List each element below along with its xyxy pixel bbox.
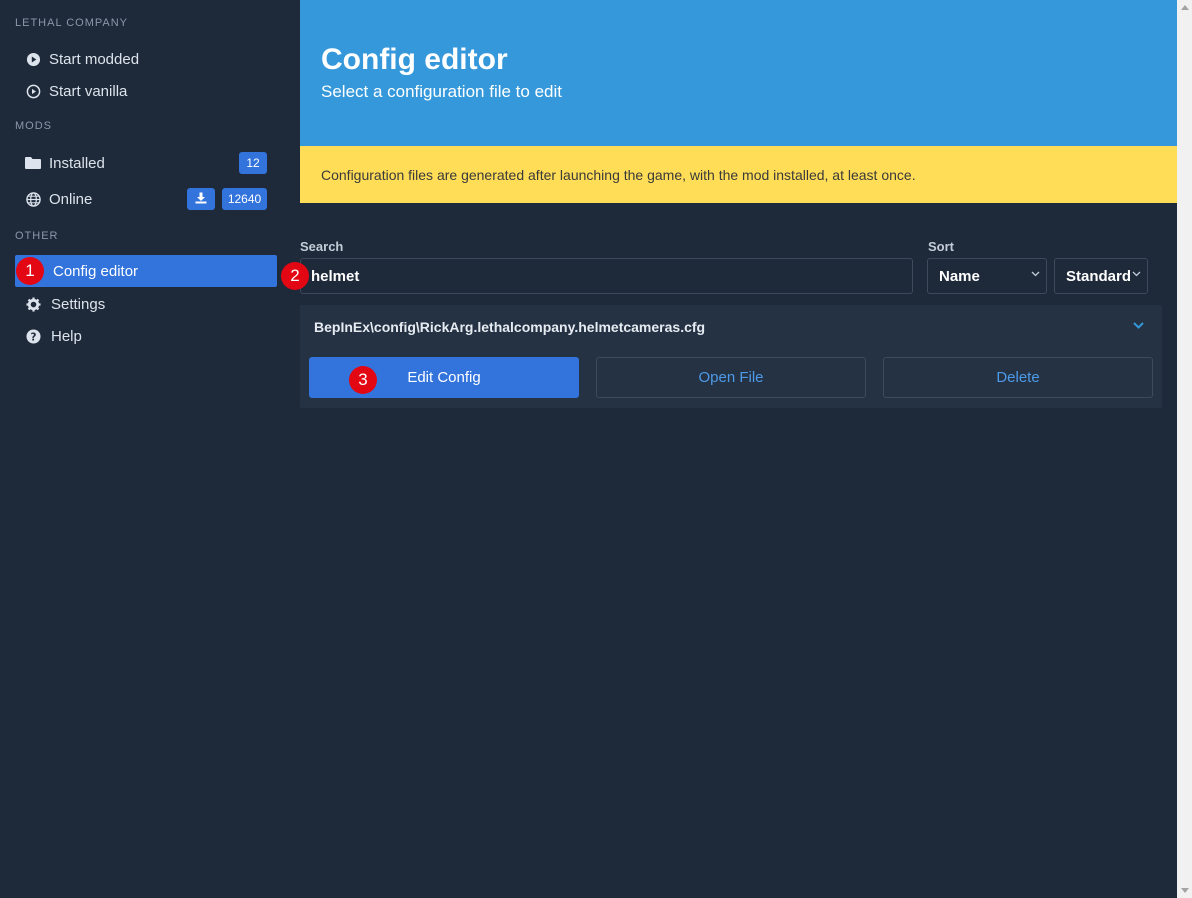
- folder-icon: [25, 155, 41, 171]
- sort-field-select[interactable]: Name: [927, 258, 1047, 294]
- sidebar-item-label: Settings: [51, 295, 106, 313]
- open-file-label: Open File: [698, 369, 764, 386]
- sidebar-item-label: Start modded: [49, 50, 140, 68]
- play-circle-outline-icon: [25, 83, 41, 99]
- edit-config-label: Edit Config: [407, 369, 481, 386]
- section-label-mods: MODS: [15, 120, 52, 132]
- scroll-up-arrow-icon[interactable]: [1180, 3, 1189, 12]
- collapse-chevron-icon[interactable]: [1133, 318, 1144, 332]
- online-count-badge: 12640: [222, 188, 267, 210]
- download-updates-button[interactable]: [187, 188, 215, 210]
- open-file-button[interactable]: Open File: [596, 357, 866, 398]
- search-label: Search: [300, 239, 344, 254]
- app-window: LETHAL COMPANY Start modded Start vanill…: [0, 0, 1192, 898]
- sidebar-item-label: Start vanilla: [49, 82, 128, 100]
- sort-field-value: Name: [939, 267, 980, 285]
- globe-icon: [25, 191, 41, 207]
- download-icon: [195, 192, 207, 207]
- page-subtitle: Select a configuration file to edit: [321, 82, 562, 101]
- sidebar-item-help[interactable]: ? Help: [15, 320, 277, 352]
- delete-button[interactable]: Delete: [883, 357, 1153, 398]
- page-header: Config editor Select a configuration fil…: [300, 0, 1177, 146]
- sort-order-value: Standard: [1066, 267, 1132, 285]
- sidebar-item-config-editor[interactable]: Config editor: [15, 255, 277, 287]
- chevron-down-icon: [1031, 269, 1040, 280]
- play-circle-icon: [25, 51, 41, 67]
- sidebar-item-label: Config editor: [53, 262, 139, 280]
- info-notice: Configuration files are generated after …: [300, 146, 1177, 203]
- delete-label: Delete: [996, 369, 1040, 386]
- scroll-down-arrow-icon[interactable]: [1180, 886, 1189, 895]
- sidebar-item-start-modded[interactable]: Start modded: [15, 43, 277, 75]
- sidebar-item-start-vanilla[interactable]: Start vanilla: [15, 75, 277, 107]
- vertical-scrollbar[interactable]: [1177, 0, 1192, 898]
- step-marker-3: 3: [349, 366, 377, 394]
- step-marker-2: 2: [281, 262, 309, 290]
- config-file-card: BepInEx\config\RickArg.lethalcompany.hel…: [300, 305, 1162, 408]
- section-label-other: OTHER: [15, 230, 59, 242]
- config-file-path: BepInEx\config\RickArg.lethalcompany.hel…: [314, 319, 706, 335]
- sidebar-item-installed[interactable]: Installed: [15, 147, 277, 179]
- sidebar-item-label: Installed: [49, 154, 105, 172]
- question-circle-icon: ?: [25, 328, 41, 344]
- sidebar-item-settings[interactable]: Settings: [15, 288, 277, 320]
- chevron-down-icon: [1132, 269, 1141, 280]
- gear-icon: [25, 296, 41, 312]
- section-label-game: LETHAL COMPANY: [15, 17, 129, 29]
- search-input[interactable]: helmet: [300, 258, 913, 294]
- sidebar: LETHAL COMPANY Start modded Start vanill…: [0, 0, 300, 898]
- page-title: Config editor: [321, 43, 508, 76]
- installed-count-badge: 12: [239, 152, 267, 174]
- step-marker-1: 1: [16, 257, 44, 285]
- sort-order-select[interactable]: Standard: [1054, 258, 1148, 294]
- sidebar-item-label: Help: [51, 327, 82, 345]
- sort-label: Sort: [928, 239, 954, 254]
- svg-text:?: ?: [30, 331, 36, 343]
- sidebar-item-label: Online: [49, 190, 93, 208]
- sidebar-item-online[interactable]: Online: [15, 183, 185, 215]
